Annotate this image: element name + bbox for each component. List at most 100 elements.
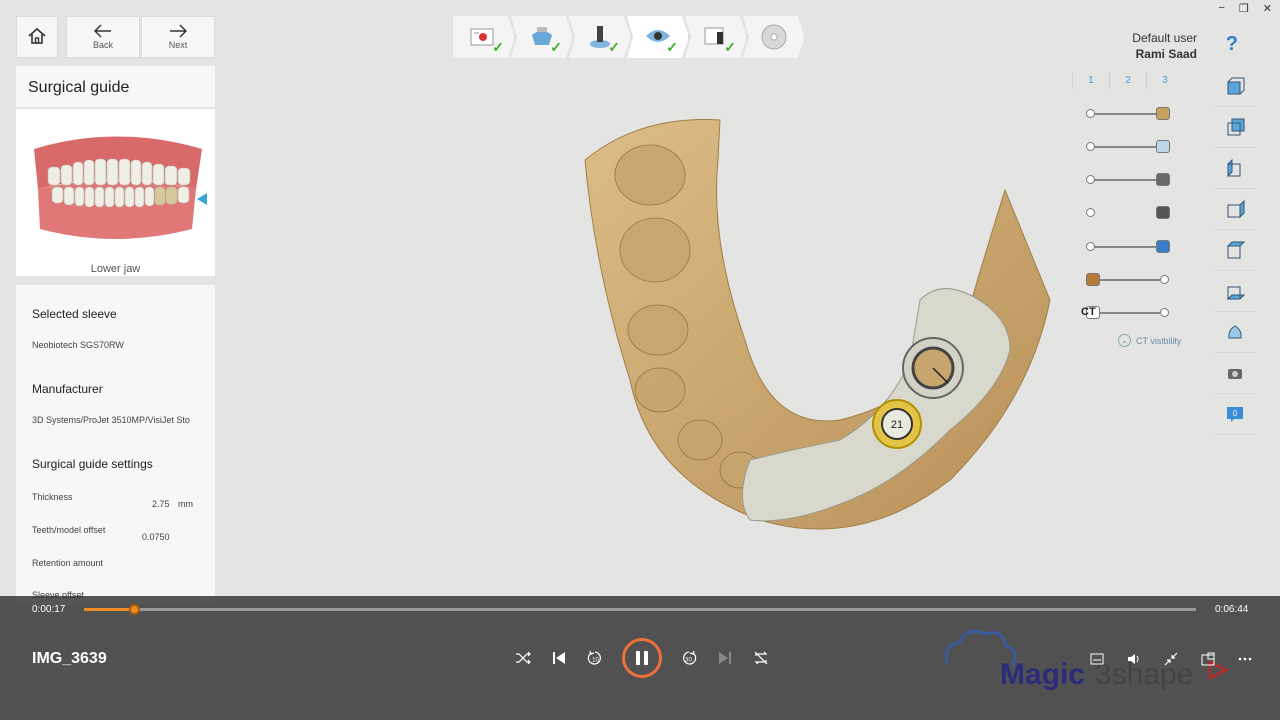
rewind-10-button[interactable]: 10: [586, 649, 604, 667]
step-implant-planning[interactable]: ✓: [569, 16, 631, 58]
offset-value[interactable]: 0.0750: [142, 532, 170, 542]
slider-knob[interactable]: [1086, 208, 1095, 217]
view-right-button[interactable]: [1214, 189, 1256, 230]
jaw-selector[interactable]: Lower jaw: [16, 109, 215, 276]
slider-knob[interactable]: [1086, 142, 1095, 151]
visibility-slider[interactable]: [1086, 107, 1170, 121]
cube-back-icon: [1227, 118, 1245, 136]
notes-button[interactable]: 0: [1214, 394, 1256, 435]
comment-icon: 0: [1227, 407, 1243, 422]
step-guide-design[interactable]: ✓: [627, 16, 689, 58]
selected-sleeve-value[interactable]: Neobiotech SGS70RW: [32, 340, 124, 350]
collapse-icon: [1164, 652, 1178, 666]
slider-knob[interactable]: [1086, 109, 1095, 118]
more-icon: [1238, 657, 1252, 661]
previous-button[interactable]: [550, 649, 568, 667]
step-scan-import[interactable]: ✓: [511, 16, 573, 58]
view-toolbar: 0: [1214, 66, 1256, 435]
user-info: Default user Rami Saad: [1132, 30, 1197, 62]
check-icon: ✓: [724, 39, 736, 55]
skip-next-icon: [719, 652, 731, 664]
arrow-left-icon: [94, 24, 111, 38]
slider-knob[interactable]: [1086, 175, 1095, 184]
disc-icon: [761, 24, 786, 50]
close-button[interactable]: ✕: [1263, 2, 1272, 15]
panel-title-box: Surgical guide: [16, 66, 215, 108]
slider-knob[interactable]: [1160, 308, 1169, 317]
cube-left-icon: [1227, 158, 1241, 178]
view-bottom-button[interactable]: [1214, 271, 1256, 312]
model-viewport[interactable]: 21: [560, 100, 1080, 540]
view-left-button[interactable]: [1214, 148, 1256, 189]
offset-label: Teeth/model offset: [32, 525, 106, 535]
home-icon: [28, 27, 46, 44]
back-button[interactable]: Back: [66, 16, 140, 58]
svg-text:30: 30: [685, 658, 692, 664]
progress-fill: [84, 608, 135, 611]
view-front-button[interactable]: [1214, 66, 1256, 107]
arrow-right-icon: [170, 24, 187, 38]
help-button[interactable]: ?: [1226, 33, 1238, 56]
user-label: Default user: [1132, 31, 1197, 45]
visibility-slider[interactable]: [1086, 240, 1170, 254]
slider-knob[interactable]: [1086, 242, 1095, 251]
next-button[interactable]: Next: [141, 16, 215, 58]
shuffle-button[interactable]: [514, 649, 532, 667]
layer-object-icon: [1156, 140, 1170, 153]
subtitles-button[interactable]: [1088, 650, 1106, 668]
shuffle-icon: [516, 651, 531, 665]
mini-view-button[interactable]: [1199, 650, 1217, 668]
clip-tool-button[interactable]: [1214, 312, 1256, 353]
cube-bottom-icon: [1226, 286, 1245, 300]
layer-tab-3[interactable]: 3: [1146, 72, 1183, 89]
home-button[interactable]: [16, 16, 58, 58]
progress-bar[interactable]: [84, 604, 1196, 615]
visibility-slider[interactable]: [1086, 273, 1170, 287]
minimize-button[interactable]: −: [1218, 2, 1224, 15]
jaw-thumbnail: [34, 136, 202, 239]
volume-button[interactable]: [1125, 650, 1143, 668]
thickness-label: Thickness: [32, 492, 73, 502]
watermark-left: Magic: [1000, 658, 1085, 691]
step-export[interactable]: ✓: [685, 16, 747, 58]
ct-visibility-toggle[interactable]: ⌄ CT visibility: [1118, 334, 1181, 347]
exit-fullscreen-button[interactable]: [1162, 650, 1180, 668]
slider-track: [1090, 113, 1160, 115]
layer-tab-1[interactable]: 1: [1072, 72, 1109, 89]
progress-handle[interactable]: [129, 604, 141, 615]
camera-icon: [1228, 369, 1242, 379]
step-disc[interactable]: [743, 16, 805, 58]
thickness-unit: mm: [178, 499, 193, 509]
subtitles-icon: [1090, 653, 1104, 665]
view-top-button[interactable]: [1214, 230, 1256, 271]
step-order-form[interactable]: ✓: [453, 16, 515, 58]
slider-track: [1090, 279, 1160, 281]
restore-button[interactable]: ❐: [1239, 2, 1249, 15]
visibility-slider[interactable]: [1086, 140, 1170, 154]
selected-jaw-indicator: [197, 193, 207, 205]
tooth-clip-icon: [1228, 325, 1242, 339]
visibility-slider[interactable]: [1086, 173, 1170, 187]
layer-tab-2[interactable]: 2: [1109, 72, 1146, 89]
manufacturer-value[interactable]: 3D Systems/ProJet 3510MP/VisiJet Sto: [32, 415, 190, 425]
slider-knob[interactable]: [1160, 275, 1169, 284]
thickness-value[interactable]: 2.75: [152, 499, 170, 509]
cube-front-icon: [1227, 77, 1245, 95]
view-back-button[interactable]: [1214, 107, 1256, 148]
repeat-button[interactable]: [752, 649, 770, 667]
surgical-guide[interactable]: [742, 288, 1011, 522]
snapshot-button[interactable]: [1214, 353, 1256, 394]
visibility-slider[interactable]: [1086, 206, 1170, 220]
mini-view-icon: [1201, 652, 1215, 666]
layer-object-icon: [1156, 173, 1170, 186]
slider-track: [1090, 146, 1160, 148]
pause-button[interactable]: [622, 638, 662, 678]
next-track-button[interactable]: [716, 649, 734, 667]
layer-object-icon: [1156, 206, 1170, 219]
visibility-slider[interactable]: [1086, 306, 1170, 320]
forward-30-button[interactable]: 30: [680, 649, 698, 667]
more-button[interactable]: [1236, 650, 1254, 668]
check-icon: ✓: [608, 39, 620, 55]
jaw-label: Lower jaw: [90, 263, 141, 275]
playback-controls: 10 30: [514, 638, 770, 678]
